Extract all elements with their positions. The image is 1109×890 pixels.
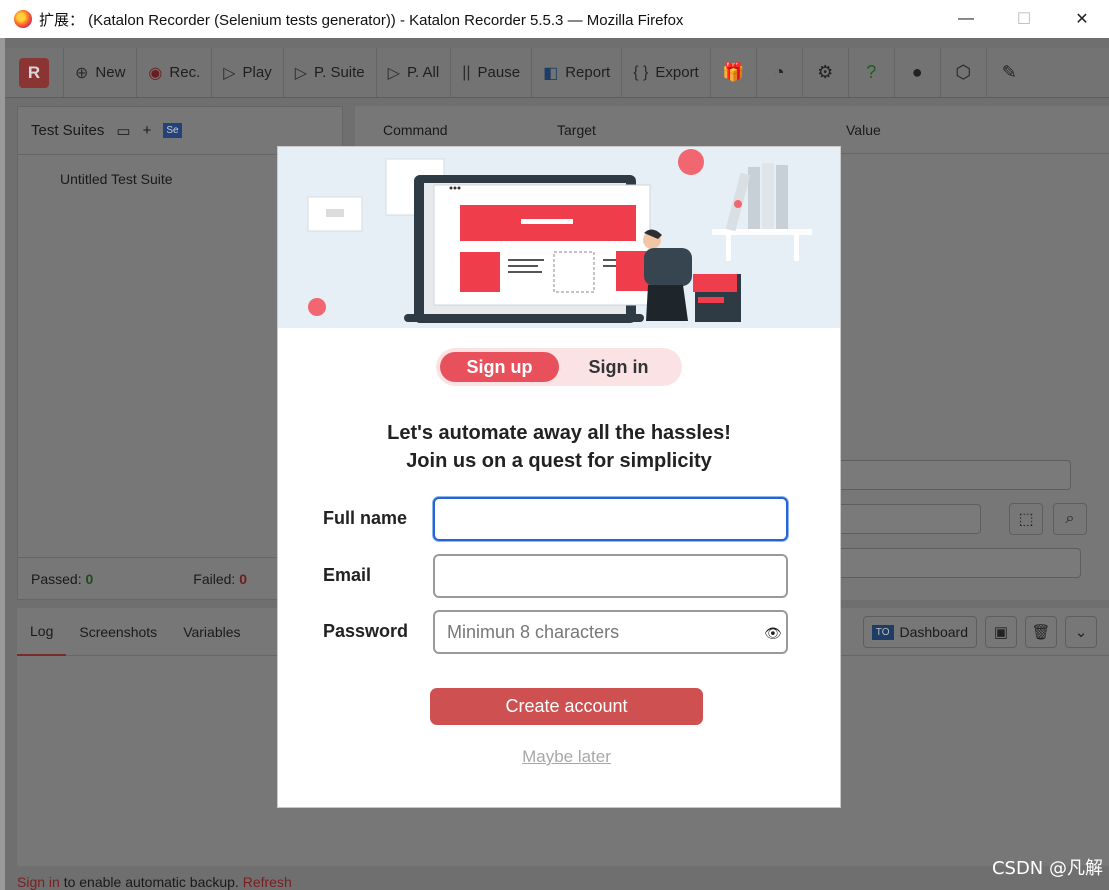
- github-icon[interactable]: ●: [893, 48, 940, 97]
- failed-label: Failed:: [193, 570, 236, 587]
- chevron-down-icon[interactable]: ⌄: [1065, 616, 1097, 648]
- trash-icon[interactable]: 🗑: [1025, 616, 1057, 648]
- speedometer-icon[interactable]: ◔: [755, 48, 802, 97]
- full-name-input[interactable]: [433, 497, 788, 541]
- minimize-button[interactable]: —: [937, 0, 995, 38]
- csdn-watermark: CSDN @凡解: [991, 858, 1103, 879]
- passed-count: 0: [85, 570, 94, 587]
- pause-icon: ||: [462, 63, 471, 81]
- tab-sign-up[interactable]: Sign up: [440, 352, 559, 382]
- passed-label: Passed:: [31, 570, 82, 587]
- failed-count: 0: [239, 570, 247, 587]
- tab-variables[interactable]: Variables: [170, 608, 253, 656]
- selenium-icon[interactable]: Se: [163, 123, 182, 138]
- refresh-link[interactable]: Refresh: [243, 874, 292, 890]
- cube-icon[interactable]: ⬡: [939, 48, 986, 97]
- play-suite-icon: ▷: [294, 64, 308, 82]
- add-suite-icon[interactable]: +: [143, 122, 152, 139]
- create-account-button[interactable]: Create account: [430, 688, 703, 725]
- window-titlebar: 扩展： (Katalon Recorder (Selenium tests ge…: [0, 0, 1109, 38]
- play-all-icon: ▷: [387, 64, 400, 82]
- sign-in-link[interactable]: Sign in: [17, 874, 60, 890]
- dashboard-button[interactable]: TO Dashboard: [862, 616, 977, 648]
- target-column-header: Target: [557, 122, 596, 138]
- email-input[interactable]: [433, 554, 788, 598]
- record-button[interactable]: ◉ Rec.: [136, 48, 211, 97]
- gift-icon[interactable]: 🎁: [709, 48, 756, 97]
- auth-mode-toggle: Sign up Sign in: [436, 348, 682, 386]
- report-icon: ◧: [543, 64, 559, 82]
- select-target-icon[interactable]: ⬚: [1009, 503, 1043, 535]
- command-select[interactable]: [835, 460, 1071, 490]
- email-label: Email: [323, 565, 372, 585]
- help-icon[interactable]: ?: [847, 48, 894, 97]
- pin-icon[interactable]: ✎: [985, 48, 1032, 97]
- hero-illustration: [278, 147, 840, 328]
- play-button[interactable]: ▷ Play: [211, 48, 283, 97]
- backup-note: Sign in to enable automatic backup. Refr…: [17, 874, 292, 890]
- value-column-header: Value: [846, 122, 881, 138]
- illustration-svg: [307, 149, 812, 323]
- window-title: 扩展： (Katalon Recorder (Selenium tests ge…: [39, 11, 684, 29]
- new-button[interactable]: ⊕ New: [63, 48, 136, 97]
- record-icon: ◉: [148, 64, 163, 82]
- maximize-button[interactable]: ☐: [995, 0, 1053, 38]
- plus-circle-icon: ⊕: [75, 64, 89, 82]
- maybe-later-link[interactable]: Maybe later: [278, 747, 855, 767]
- search-icon[interactable]: ⌕: [1053, 503, 1087, 535]
- katalon-logo: R: [5, 48, 63, 97]
- tab-log[interactable]: Log: [17, 608, 67, 656]
- headline-line-1: Let's automate away all the hassles!: [387, 422, 731, 444]
- signup-modal: Sign up Sign in Let's automate away all …: [277, 146, 841, 808]
- gear-icon[interactable]: ⚙: [801, 48, 848, 97]
- modal-headline: Let's automate away all the hassles! Joi…: [278, 419, 840, 475]
- full-name-label: Full name: [323, 508, 408, 528]
- tab-sign-in[interactable]: Sign in: [559, 352, 678, 382]
- command-column-header: Command: [383, 122, 448, 138]
- export-button[interactable]: { } Export: [621, 48, 710, 97]
- firefox-icon: [14, 10, 32, 28]
- tab-screenshots[interactable]: Screenshots: [66, 608, 170, 656]
- play-icon: ▷: [223, 64, 236, 82]
- braces-icon: { }: [633, 63, 649, 81]
- eye-slash-icon[interactable]: 👁: [764, 625, 782, 642]
- main-toolbar: R ⊕ New ◉ Rec. ▷ Play ▷ P. Suite ▷ P. All || P…: [5, 48, 1109, 98]
- target-select[interactable]: [835, 504, 981, 534]
- test-suites-title: Test Suites: [31, 122, 105, 139]
- headline-line-2: Join us on a quest for simplicity: [406, 450, 712, 472]
- play-all-button[interactable]: ▷ P. All: [375, 48, 451, 97]
- play-suite-button[interactable]: ▷ P. Suite: [282, 48, 376, 97]
- password-input[interactable]: [433, 610, 788, 654]
- value-input[interactable]: [835, 548, 1081, 578]
- report-button[interactable]: ◧ Report: [531, 48, 621, 97]
- katalon-dashboard-icon: TO: [871, 624, 894, 640]
- close-button[interactable]: ✕: [1053, 0, 1109, 38]
- password-label: Password: [323, 621, 409, 641]
- log-actions: TO Dashboard ▣ 🗑 ⌄: [862, 616, 1097, 648]
- folder-icon[interactable]: ▭: [116, 122, 130, 140]
- pause-button[interactable]: || Pause: [450, 48, 531, 97]
- save-icon[interactable]: ▣: [985, 616, 1017, 648]
